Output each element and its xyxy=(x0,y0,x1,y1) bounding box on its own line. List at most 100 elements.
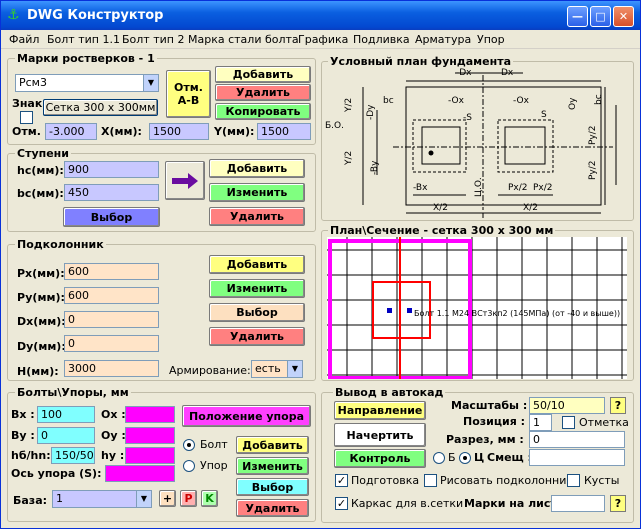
bolt-marker xyxy=(387,308,392,313)
base-p-button[interactable]: P xyxy=(180,490,197,507)
base-k-button[interactable]: K xyxy=(201,490,218,507)
radio-bolt[interactable] xyxy=(183,439,195,451)
py-input[interactable]: 600 xyxy=(64,287,159,304)
axis-input[interactable] xyxy=(105,465,175,482)
section-grid-drawing: Болт 1.1 М24 ВСт3кп2 (145МПа) (от -40 и … xyxy=(327,237,627,379)
karkas-checkbox[interactable]: ✓ xyxy=(335,497,348,510)
bolt-description: Болт 1.1 М24 ВСт3кп2 (145МПа) (от -40 и … xyxy=(414,309,620,318)
marks-copy-button[interactable]: Копировать xyxy=(215,103,311,120)
column-right xyxy=(504,126,546,165)
podgotovka-label: Подготовка xyxy=(351,474,420,487)
hy-label: hy : xyxy=(101,449,125,462)
y-input[interactable]: 1500 xyxy=(257,123,311,140)
cut-input[interactable]: 0 xyxy=(529,431,625,448)
arrow-right-icon[interactable] xyxy=(165,161,205,200)
menu-file[interactable]: Файл xyxy=(9,33,39,46)
chevron-down-icon[interactable]: ▼ xyxy=(287,361,302,377)
draw-podkol-checkbox[interactable] xyxy=(424,474,437,487)
scale-input[interactable]: 50/10 xyxy=(529,397,605,414)
znak-checkbox[interactable] xyxy=(20,111,33,124)
mark-checkbox[interactable] xyxy=(562,416,575,429)
control-button[interactable]: Контроль xyxy=(334,449,426,468)
radio-b[interactable] xyxy=(433,452,445,464)
menu-bolt-type-1-1[interactable]: Болт тип 1.1 xyxy=(47,33,120,46)
base-plus-button[interactable]: + xyxy=(159,490,176,507)
menu-armatura[interactable]: Арматура xyxy=(415,33,471,46)
bolts-select-button[interactable]: Выбор xyxy=(236,478,309,496)
close-button[interactable]: ✕ xyxy=(613,6,634,27)
bx-label: Bx : xyxy=(11,408,35,421)
maximize-button[interactable]: □ xyxy=(590,6,611,27)
marks-delete-button[interactable]: Удалить xyxy=(215,84,311,101)
podgotovka-checkbox[interactable]: ✓ xyxy=(335,474,348,487)
scale-help-button[interactable]: ? xyxy=(610,397,626,414)
menu-graphics[interactable]: Графика xyxy=(298,33,348,46)
h-input[interactable]: 3000 xyxy=(64,360,159,377)
draw-button[interactable]: Начертить xyxy=(334,423,426,447)
bolt-marker xyxy=(407,308,412,313)
otm-ab-button[interactable]: Отм. А-В xyxy=(166,70,211,118)
ox-input[interactable] xyxy=(125,406,175,423)
steps-add-button[interactable]: Добавить xyxy=(209,159,305,178)
title-bar: ⚓ DWG Конструктор — □ ✕ xyxy=(1,1,640,30)
plan-label: Px/2 xyxy=(533,183,553,193)
hb-label: hб/hn: xyxy=(11,449,51,462)
menu-bolt-type-2[interactable]: Болт тип 2 xyxy=(122,33,184,46)
dx-input[interactable]: 0 xyxy=(64,311,159,328)
y-label: Y(мм): xyxy=(214,125,255,138)
oy-input[interactable] xyxy=(125,427,175,444)
podkol-delete-button[interactable]: Удалить xyxy=(209,327,305,346)
position-upor-button[interactable]: Положение упора xyxy=(182,405,311,427)
podkol-change-button[interactable]: Изменить xyxy=(209,279,305,298)
axis-label: Ось упора (S): xyxy=(11,467,102,480)
bc-input[interactable]: 450 xyxy=(64,184,159,201)
bolts-delete-button[interactable]: Удалить xyxy=(236,499,309,517)
radio-c[interactable] xyxy=(459,452,471,464)
marks-add-button[interactable]: Добавить xyxy=(215,66,311,83)
marks-help-button[interactable]: ? xyxy=(610,495,626,512)
hc-input[interactable]: 900 xyxy=(64,161,159,178)
grid-button[interactable]: Сетка 300 х 300мм xyxy=(43,99,158,116)
dy-input[interactable]: 0 xyxy=(64,335,159,352)
armirovanie-select[interactable]: есть ▼ xyxy=(251,360,303,378)
menu-podlivka[interactable]: Подливка xyxy=(353,33,410,46)
marks-on-sheet-input[interactable] xyxy=(551,495,605,512)
plan-label: -Ox xyxy=(513,96,530,106)
steps-delete-button[interactable]: Удалить xyxy=(209,207,305,226)
radio-upor[interactable] xyxy=(183,460,195,472)
hb-input[interactable]: 150/50 xyxy=(51,447,95,464)
minimize-button[interactable]: — xyxy=(567,6,588,27)
plan-label: S xyxy=(541,110,547,120)
plan-label: Py/2 xyxy=(588,160,598,180)
bolts-add-button[interactable]: Добавить xyxy=(236,436,309,454)
hy-input[interactable] xyxy=(125,447,175,464)
by-label: By : xyxy=(11,429,35,442)
chevron-down-icon[interactable]: ▼ xyxy=(143,75,158,91)
podkol-select-button[interactable]: Выбор xyxy=(209,303,305,322)
menu-steel-grade[interactable]: Марка стали болта xyxy=(188,33,299,46)
kusty-label: Кусты xyxy=(584,474,620,487)
py-label: Py(мм): xyxy=(17,291,65,304)
px-input[interactable]: 600 xyxy=(64,263,159,280)
otm-input[interactable]: -3.000 xyxy=(45,123,97,140)
steps-change-button[interactable]: Изменить xyxy=(209,183,305,202)
kusty-checkbox[interactable] xyxy=(567,474,580,487)
hc-label: hc(мм): xyxy=(17,164,64,177)
position-input[interactable]: 1 xyxy=(529,414,552,431)
chevron-down-icon[interactable]: ▼ xyxy=(136,491,151,507)
plan-label: -Bx xyxy=(413,183,428,193)
bolts-change-button[interactable]: Изменить xyxy=(236,457,309,475)
bx-input[interactable]: 100 xyxy=(37,406,95,423)
steps-select-button[interactable]: Выбор xyxy=(63,207,160,227)
menu-upor[interactable]: Упор xyxy=(477,33,505,46)
direction-button[interactable]: Направление xyxy=(334,401,426,420)
podkolonnik-title: Подколонник xyxy=(15,238,106,251)
marks-title: Марки ростверков - 1 xyxy=(15,52,157,65)
menu-bar: Файл Болт тип 1.1 Болт тип 2 Марка стали… xyxy=(1,30,640,49)
mark-select[interactable]: Рсм3 ▼ xyxy=(15,74,159,92)
x-input[interactable]: 1500 xyxy=(149,123,209,140)
base-select[interactable]: 1 ▼ xyxy=(52,490,152,508)
smesh-input[interactable] xyxy=(529,449,625,466)
podkol-add-button[interactable]: Добавить xyxy=(209,255,305,274)
by-input[interactable]: 0 xyxy=(37,427,95,444)
